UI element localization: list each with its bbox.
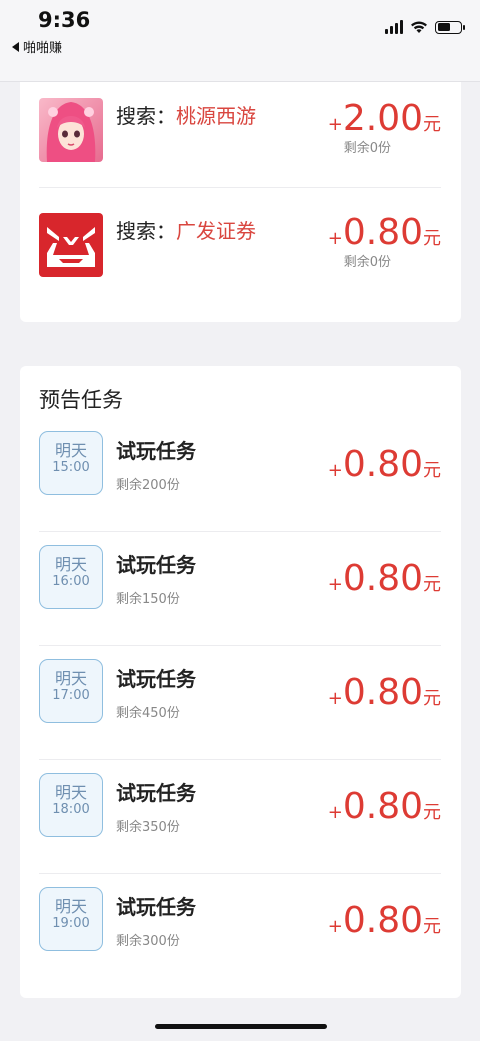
task-title: 试玩任务 [116,895,196,919]
start-time-badge: 明天 16:00 [39,545,103,609]
row-divider [39,187,441,188]
reward-amount: +0.80元 [327,558,441,599]
system-icons [385,20,465,34]
task-title: 试玩任务 [116,553,196,577]
battery-icon [435,20,465,34]
cellular-signal-icon [385,20,403,34]
back-app-label: 啪啪赚 [23,41,63,56]
task-title: 试玩任务 [116,667,196,691]
reward-amount: +0.80元 [327,672,441,713]
start-time-badge: 明天 15:00 [39,431,103,495]
guangfa-securities-app-icon [39,213,103,277]
back-arrow-icon [12,41,19,52]
search-task-row[interactable]: 搜索：广发证券 +0.80元 剩余0份 [39,196,441,310]
preview-task-row[interactable]: 明天 19:00 试玩任务 剩余300份 +0.80元 [39,874,441,988]
preview-tasks-card: 预告任务 明天 15:00 试玩任务 剩余200份 +0.80元 明天 16:00 … [20,366,461,998]
task-title: 试玩任务 [116,439,196,463]
remaining-count: 剩余300份 [116,934,180,949]
reward-amount: +0.80元 [327,444,441,485]
reward-amount: +0.80元 [327,212,441,253]
search-keyword-label: 搜索：桃源西游 [116,104,256,128]
clock: 9:36 [38,8,91,32]
remaining-count: 剩余0份 [343,141,391,156]
remaining-count: 剩余0份 [343,255,391,270]
start-time-badge: 明天 18:00 [39,773,103,837]
search-task-row[interactable]: 搜索：桃源西游 +2.00元 剩余0份 [39,82,441,196]
taoyuan-xiyou-app-icon [39,98,103,162]
back-to-app-button[interactable]: 啪啪赚 [12,37,62,56]
remaining-count: 剩余200份 [116,478,180,493]
reward-amount: +0.80元 [327,900,441,941]
preview-task-row[interactable]: 明天 16:00 试玩任务 剩余150份 +0.80元 [39,532,441,646]
search-task-card: 搜索：桃源西游 +2.00元 剩余0份 搜索：广发证券 +0.80元 剩余0份 [20,82,461,322]
task-title: 试玩任务 [116,781,196,805]
reward-amount: +2.00元 [327,98,441,139]
start-time-badge: 明天 19:00 [39,887,103,951]
home-indicator[interactable] [155,1024,327,1029]
status-bar: 9:36 啪啪赚 [0,0,480,82]
preview-task-row[interactable]: 明天 15:00 试玩任务 剩余200份 +0.80元 [39,418,441,532]
wifi-icon [411,21,427,33]
remaining-count: 剩余150份 [116,592,180,607]
preview-task-row[interactable]: 明天 18:00 试玩任务 剩余350份 +0.80元 [39,760,441,874]
preview-task-row[interactable]: 明天 17:00 试玩任务 剩余450份 +0.80元 [39,646,441,760]
remaining-count: 剩余350份 [116,820,180,835]
section-title: 预告任务 [39,388,123,412]
start-time-badge: 明天 17:00 [39,659,103,723]
reward-amount: +0.80元 [327,786,441,827]
remaining-count: 剩余450份 [116,706,180,721]
search-keyword-label: 搜索：广发证券 [116,219,256,243]
